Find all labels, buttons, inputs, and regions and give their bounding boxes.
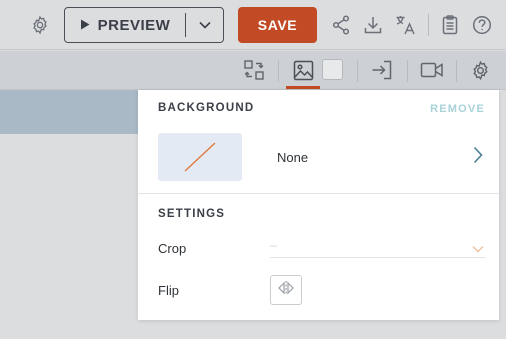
background-panel: BACKGROUND REMOVE None SETTINGS Crop – F… — [138, 90, 499, 320]
gear-icon[interactable] — [468, 58, 492, 82]
canvas-header-strip — [0, 90, 140, 134]
section-divider — [138, 193, 499, 194]
play-icon — [80, 17, 90, 34]
top-toolbar: PREVIEW SAVE — [0, 0, 506, 50]
preview-button-group: PREVIEW — [64, 7, 224, 43]
chevron-down-icon — [472, 240, 484, 258]
flip-button[interactable] — [270, 275, 302, 305]
share-icon[interactable] — [330, 14, 352, 36]
flip-horizontal-icon — [277, 280, 295, 301]
crop-select[interactable]: – — [270, 236, 486, 258]
enter-icon[interactable] — [370, 58, 394, 82]
editor-app: PREVIEW SAVE BACKGROUND REMOVE None SETT… — [0, 0, 506, 339]
toolbar-divider — [407, 60, 408, 82]
save-button[interactable]: SAVE — [238, 7, 317, 43]
video-icon[interactable] — [419, 58, 445, 82]
flip-label: Flip — [158, 283, 179, 298]
active-tab-indicator — [286, 86, 320, 89]
image-icon[interactable] — [291, 58, 315, 82]
preview-dropdown-button[interactable] — [186, 8, 223, 42]
clipboard-icon[interactable] — [439, 13, 461, 37]
swap-icon[interactable] — [242, 58, 266, 82]
chevron-down-icon — [198, 16, 211, 34]
toolbar-divider — [278, 60, 279, 82]
preview-label: PREVIEW — [97, 16, 171, 34]
help-icon[interactable] — [470, 13, 494, 37]
color-swatch[interactable] — [322, 59, 343, 80]
settings-section-title: SETTINGS — [158, 208, 226, 220]
preview-button[interactable]: PREVIEW — [65, 8, 185, 42]
gear-icon[interactable] — [28, 13, 52, 37]
toolbar-divider — [428, 14, 429, 36]
background-preview[interactable] — [158, 133, 242, 181]
translate-icon[interactable] — [393, 13, 417, 37]
remove-button[interactable]: REMOVE — [430, 103, 485, 115]
chevron-right-icon[interactable] — [473, 146, 483, 169]
toolbar-divider — [456, 60, 457, 82]
background-section-title: BACKGROUND — [158, 102, 255, 114]
crop-label: Crop — [158, 241, 187, 256]
crop-value: – — [270, 238, 277, 252]
background-value[interactable]: None — [277, 150, 308, 165]
toolbar-divider — [357, 60, 358, 82]
download-icon[interactable] — [362, 14, 384, 36]
no-background-slash-icon — [184, 142, 216, 172]
secondary-toolbar — [0, 51, 506, 90]
